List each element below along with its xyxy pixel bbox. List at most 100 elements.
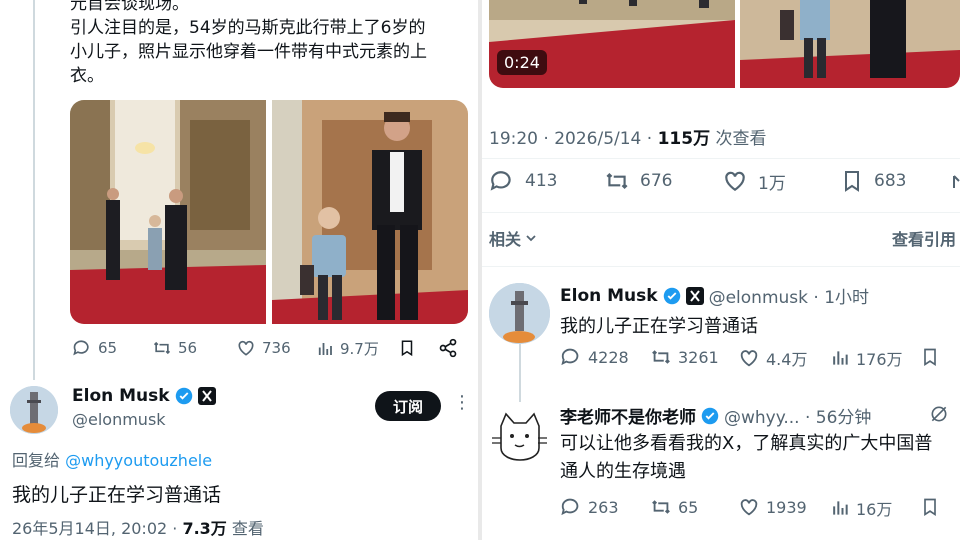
views-button[interactable]: 9.7万 [316, 338, 379, 359]
views-button[interactable]: 176万 [830, 346, 903, 370]
author-handle[interactable]: @elonmusk [72, 410, 166, 429]
repost-button[interactable]: 3261 [650, 346, 719, 368]
comment-icon [490, 171, 511, 191]
share-button[interactable] [952, 172, 960, 192]
more-options-icon[interactable]: ⋮ [453, 394, 471, 412]
reply-button[interactable]: 413 [489, 168, 557, 194]
reply2-text-line: 可以让他多看看我的X，了解真实的广大中国普 [560, 433, 933, 454]
hall-scene-image [70, 100, 266, 324]
like-button[interactable]: 1万 [722, 168, 786, 194]
video-thumbnail-2[interactable] [740, 0, 960, 88]
post-photo-1[interactable] [70, 100, 266, 324]
reply-count: 4228 [588, 347, 629, 367]
comment-icon [73, 340, 89, 356]
comment-icon [561, 348, 579, 366]
avatar[interactable] [489, 404, 550, 465]
post-body-line: 引人注目的是，54岁的马斯克此行带上了6岁的 [70, 18, 426, 38]
reply-meta: 26年5月14日, 20:02 · 7.3万 查看 [12, 515, 264, 539]
reply2-text-line: 通人的生存境遇 [560, 461, 686, 482]
like-button[interactable]: 1939 [738, 496, 807, 518]
post-meta: 19:20 · 2026/5/14 · 115万 次查看 [489, 124, 767, 149]
reply1-text: 我的儿子正在学习普通话 [560, 316, 758, 337]
reply-count: 263 [588, 497, 619, 517]
repost-icon [153, 341, 171, 355]
bar-chart-icon [318, 342, 332, 355]
author-handle-time[interactable]: @whyy... · 56分钟 [724, 403, 871, 428]
reply-button[interactable]: 4228 [560, 346, 629, 368]
view-count: 176万 [856, 350, 903, 369]
share-button[interactable] [438, 338, 458, 358]
like-count: 1万 [758, 173, 786, 194]
author-handle-time[interactable]: @elonmusk · 1小时 [709, 283, 869, 308]
reply-button[interactable]: 263 [560, 496, 619, 518]
rocket-avatar-image [10, 386, 58, 434]
thread-line [519, 344, 521, 402]
reply1-header: Elon Musk @elonmusk · 1小时 [560, 283, 869, 309]
thread-line [33, 0, 35, 380]
author-name[interactable]: 李老师不是你老师 [560, 403, 696, 428]
post-photo-2[interactable] [272, 100, 468, 324]
like-button[interactable]: 4.4万 [738, 346, 807, 370]
bar-chart-icon [833, 501, 848, 515]
bookmark-icon [924, 348, 936, 367]
bookmark-count: 683 [874, 171, 907, 191]
bookmark-button[interactable] [920, 496, 940, 518]
like-count: 4.4万 [766, 350, 808, 369]
chevron-down-icon [526, 235, 536, 242]
heart-icon [238, 340, 254, 356]
divider [482, 266, 960, 267]
reply-to-handle-link[interactable]: @whyyoutouzhele [65, 451, 212, 470]
related-sort-button[interactable]: 相关 [489, 226, 537, 250]
reply-count: 65 [98, 339, 118, 357]
repost-button[interactable]: 56 [152, 338, 197, 358]
like-count: 736 [262, 339, 291, 357]
share-icon [953, 175, 960, 188]
repost-button[interactable]: 65 [650, 496, 698, 518]
author-name[interactable]: Elon Musk [72, 386, 170, 406]
bookmark-icon [924, 498, 936, 517]
view-count: 9.7万 [340, 340, 379, 358]
like-button[interactable]: 736 [236, 338, 291, 358]
verified-badge-icon [175, 387, 192, 405]
video-still-image-2 [740, 0, 960, 88]
post-body-line: 元首会谈现场。 [70, 0, 189, 14]
share-icon [439, 338, 457, 358]
reply-count: 413 [525, 171, 558, 191]
cat-doodle-avatar-image [492, 412, 547, 461]
view-quotes-link[interactable]: 查看引用 [892, 226, 956, 250]
avatar[interactable] [489, 283, 550, 344]
reply-view-suffix: 查看 [226, 519, 264, 538]
repost-count: 676 [640, 171, 673, 191]
reply-button[interactable]: 65 [72, 338, 117, 358]
post-body-line: 衣。 [70, 66, 104, 86]
bookmark-button[interactable] [920, 346, 940, 368]
bookmark-icon [845, 171, 859, 192]
bookmark-button[interactable] [398, 338, 416, 358]
avatar[interactable] [10, 386, 58, 434]
video-thumbnail[interactable]: 0:24 [489, 0, 735, 88]
post-body: 元首会谈现场。 引人注目的是，54岁的马斯克此行带上了6岁的 小儿子，照片显示他… [70, 0, 427, 88]
views-button[interactable]: 16万 [830, 496, 892, 520]
reply-to-row: 回复给 @whyyoutouzhele [12, 447, 212, 471]
divider [482, 158, 960, 159]
repost-count: 65 [678, 497, 699, 517]
bookmark-icon [401, 340, 413, 357]
grok-icon[interactable] [929, 404, 949, 424]
post-view-suffix: 次查看 [710, 129, 767, 149]
author-name[interactable]: Elon Musk [560, 286, 658, 306]
reply-date[interactable]: 26年5月14日, 20:02 · [12, 519, 182, 538]
repost-icon [606, 172, 628, 190]
verified-badge-icon [663, 287, 680, 304]
heart-icon [740, 350, 758, 367]
reply2-text: 可以让他多看看我的X，了解真实的广大中国普 通人的生存境遇 [560, 430, 932, 486]
verified-badge-icon [701, 407, 719, 424]
divider [482, 212, 960, 213]
heart-icon [740, 499, 758, 516]
post-timestamp[interactable]: 19:20 · 2026/5/14 · [489, 129, 658, 149]
subscribe-button[interactable]: 订阅 [375, 391, 441, 421]
bookmark-button[interactable]: 683 [840, 168, 906, 194]
repost-button[interactable]: 676 [604, 168, 672, 194]
repost-icon [652, 500, 670, 514]
reply2-header: 李老师不是你老师 @whyy... · 56分钟 [560, 403, 871, 428]
heart-icon [725, 171, 745, 191]
